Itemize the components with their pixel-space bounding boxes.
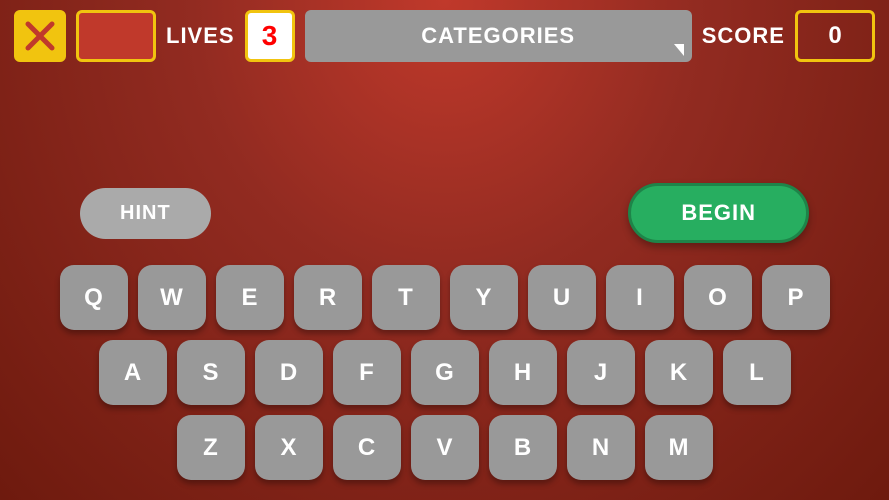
key-l[interactable]: L bbox=[723, 340, 791, 405]
game-area: HINT BEGIN QWERTYUIOPASDFGHJKLZXCVBNM bbox=[0, 72, 889, 500]
key-f[interactable]: F bbox=[333, 340, 401, 405]
begin-button[interactable]: BEGIN bbox=[628, 183, 809, 243]
hint-button[interactable]: HINT bbox=[80, 188, 211, 239]
keyboard-row: QWERTYUIOP bbox=[60, 265, 830, 330]
key-r[interactable]: R bbox=[294, 265, 362, 330]
categories-button[interactable]: CATEGORIES bbox=[305, 10, 692, 62]
key-s[interactable]: S bbox=[177, 340, 245, 405]
key-x[interactable]: X bbox=[255, 415, 323, 480]
key-c[interactable]: C bbox=[333, 415, 401, 480]
key-t[interactable]: T bbox=[372, 265, 440, 330]
score-label: SCORE bbox=[702, 23, 785, 49]
key-n[interactable]: N bbox=[567, 415, 635, 480]
action-row: HINT BEGIN bbox=[0, 183, 889, 243]
color-swatch bbox=[76, 10, 156, 62]
key-h[interactable]: H bbox=[489, 340, 557, 405]
key-b[interactable]: B bbox=[489, 415, 557, 480]
key-g[interactable]: G bbox=[411, 340, 479, 405]
key-j[interactable]: J bbox=[567, 340, 635, 405]
keyboard-row: ZXCVBNM bbox=[177, 415, 713, 480]
close-button[interactable] bbox=[14, 10, 66, 62]
key-a[interactable]: A bbox=[99, 340, 167, 405]
key-u[interactable]: U bbox=[528, 265, 596, 330]
lives-label: LIVES bbox=[166, 23, 235, 49]
key-y[interactable]: Y bbox=[450, 265, 518, 330]
key-d[interactable]: D bbox=[255, 340, 323, 405]
key-m[interactable]: M bbox=[645, 415, 713, 480]
key-q[interactable]: Q bbox=[60, 265, 128, 330]
header: LIVES 3 CATEGORIES SCORE 0 bbox=[0, 0, 889, 72]
key-p[interactable]: P bbox=[762, 265, 830, 330]
key-w[interactable]: W bbox=[138, 265, 206, 330]
key-z[interactable]: Z bbox=[177, 415, 245, 480]
key-k[interactable]: K bbox=[645, 340, 713, 405]
key-v[interactable]: V bbox=[411, 415, 479, 480]
key-o[interactable]: O bbox=[684, 265, 752, 330]
key-e[interactable]: E bbox=[216, 265, 284, 330]
keyboard-row: ASDFGHJKL bbox=[99, 340, 791, 405]
lives-count: 3 bbox=[245, 10, 295, 62]
key-i[interactable]: I bbox=[606, 265, 674, 330]
keyboard: QWERTYUIOPASDFGHJKLZXCVBNM bbox=[60, 265, 830, 480]
score-count: 0 bbox=[795, 10, 875, 62]
